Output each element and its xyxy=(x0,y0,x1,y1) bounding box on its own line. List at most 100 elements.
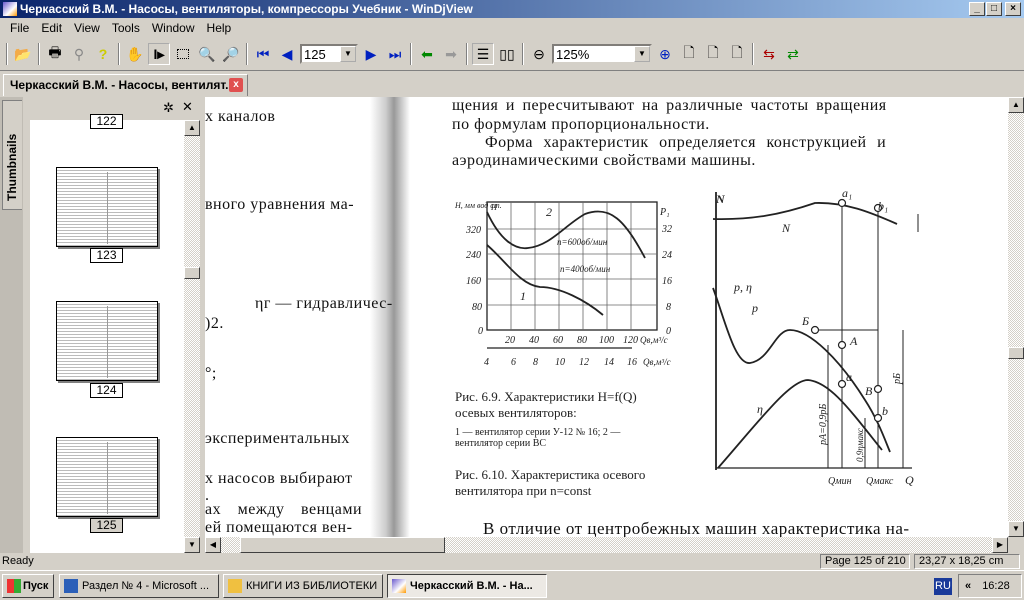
hscroll-thumb[interactable] xyxy=(240,537,445,553)
page-number-combo[interactable]: 125 ▼ xyxy=(300,44,358,64)
zoom-in-icon[interactable]: ⊕ xyxy=(654,43,676,65)
x2-tick: 6 xyxy=(511,357,516,368)
open-icon[interactable]: 📂 xyxy=(12,43,34,65)
scroll-left-icon[interactable]: ◀ xyxy=(205,537,221,553)
qmax-label: Qмакс xyxy=(866,476,894,487)
rotate-right-icon[interactable]: ⇄ xyxy=(782,43,804,65)
forward-icon[interactable]: ➡ xyxy=(440,43,462,65)
fit-page-icon[interactable]: 🗋 xyxy=(678,43,700,65)
task-label: Черкасский В.М. - На... xyxy=(410,580,533,592)
zoom-tool-icon[interactable]: 🔍 xyxy=(196,43,218,65)
curve-2-speed: n=600об/мин xyxy=(557,237,608,247)
scroll-right-icon[interactable]: ▶ xyxy=(992,537,1008,553)
fit-width-icon[interactable]: 🗋 xyxy=(702,43,724,65)
scroll-down-icon[interactable]: ▼ xyxy=(184,537,200,553)
document-vscrollbar[interactable]: ▲ ▼ xyxy=(1008,97,1024,537)
y-tick: 0 xyxy=(478,326,483,337)
thumbnail-label[interactable]: 124 xyxy=(90,383,123,398)
scroll-up-icon[interactable]: ▲ xyxy=(1008,97,1024,113)
facing-pages-icon[interactable]: ▯▯ xyxy=(496,43,518,65)
figure-caption: Рис. 6.9. Характеристики H=f(Q) xyxy=(455,389,637,404)
next-page-icon[interactable]: ▶ xyxy=(360,43,382,65)
pb-label: pБ xyxy=(892,373,903,385)
x-tick: 60 xyxy=(553,335,563,346)
taskbar: Пуск Раздел № 4 - Microsoft ... КНИГИ ИЗ… xyxy=(0,570,1024,600)
close-panel-icon[interactable]: ✕ xyxy=(182,99,193,115)
back-icon[interactable]: ⬅ xyxy=(416,43,438,65)
menu-tools[interactable]: Tools xyxy=(106,21,146,35)
document-view[interactable]: х каналов вного уравнения ма- ηг — гидра… xyxy=(205,97,1008,537)
menu-file[interactable]: File xyxy=(4,21,35,35)
folder-icon xyxy=(228,579,242,593)
task-word[interactable]: Раздел № 4 - Microsoft ... xyxy=(59,574,219,598)
thumbnail-page-125[interactable] xyxy=(56,437,158,517)
find-icon[interactable]: ⚲ xyxy=(68,43,90,65)
select-rect-icon[interactable] xyxy=(172,43,194,65)
curve-1-label: 1 xyxy=(520,289,526,303)
help-icon[interactable]: ? xyxy=(92,43,114,65)
continuous-layout-icon[interactable]: ☰ xyxy=(472,43,494,65)
app-icon xyxy=(3,2,17,16)
thumbnail-page-124[interactable] xyxy=(56,301,158,381)
close-button[interactable]: × xyxy=(1005,2,1021,16)
maximize-button[interactable]: □ xyxy=(986,2,1002,16)
menu-view[interactable]: View xyxy=(68,21,106,35)
figures: H, мм вод ст. H 320 240 160 80 0 P₁ 32 2… xyxy=(454,186,919,498)
scroll-thumb[interactable] xyxy=(1008,347,1024,359)
x-tick: 20 xyxy=(505,335,515,346)
zoom-out-icon[interactable]: ⊖ xyxy=(528,43,550,65)
zoom-rect-icon[interactable]: 🔎 xyxy=(220,43,242,65)
rotate-left-icon[interactable]: ⇆ xyxy=(758,43,780,65)
thumbnails-scrollbar[interactable]: ▲ ▼ xyxy=(184,120,200,553)
thumbnail-label[interactable]: 123 xyxy=(90,248,123,263)
q-axis-label: Q xyxy=(905,473,914,487)
p-curve-label: p xyxy=(751,301,758,315)
expand-tray-icon[interactable]: « xyxy=(965,580,971,592)
task-windjview[interactable]: Черкасский В.М. - На... xyxy=(387,574,547,598)
thumbnail-label-selected[interactable]: 125 xyxy=(90,518,123,533)
first-page-icon[interactable]: ⏮ xyxy=(252,43,274,65)
gear-icon[interactable]: ✲ xyxy=(163,100,174,116)
status-text: Ready xyxy=(2,555,34,567)
window-title: Черкасский В.М. - Насосы, вентиляторы, к… xyxy=(20,2,473,16)
language-indicator[interactable]: RU xyxy=(934,578,952,595)
minimize-button[interactable]: _ xyxy=(969,2,985,16)
menu-edit[interactable]: Edit xyxy=(35,21,68,35)
y-tick: 320 xyxy=(465,225,481,236)
select-text-icon[interactable]: I▸ xyxy=(148,43,170,65)
scroll-thumb[interactable] xyxy=(184,267,200,279)
tab-thumbnails[interactable]: Thumbnails xyxy=(2,100,22,210)
scroll-up-icon[interactable]: ▲ xyxy=(184,120,200,136)
close-tab-icon[interactable]: x xyxy=(229,78,243,92)
chevron-down-icon[interactable]: ▼ xyxy=(634,46,650,62)
tab-document[interactable]: Черкасский В.М. - Насосы, вентилят... x xyxy=(3,74,248,96)
hand-tool-icon[interactable]: ✋ xyxy=(124,43,146,65)
eta-curve-label: η xyxy=(757,402,763,416)
windjview-icon xyxy=(392,579,406,593)
scroll-down-icon[interactable]: ▼ xyxy=(1008,521,1024,537)
print-icon[interactable]: 🖶 xyxy=(44,43,66,65)
thumbnail-label[interactable]: 122 xyxy=(90,114,123,129)
tab-bar: Черкасский В.М. - Насосы, вентилят... x xyxy=(0,70,1024,97)
x-tick: 40 xyxy=(529,335,539,346)
task-label: Раздел № 4 - Microsoft ... xyxy=(82,580,210,592)
prev-page-icon[interactable]: ◀ xyxy=(276,43,298,65)
point-label: b xyxy=(882,404,888,418)
last-page-icon[interactable]: ⏭ xyxy=(384,43,406,65)
actual-size-icon[interactable]: 🗋 xyxy=(726,43,748,65)
menu-window[interactable]: Window xyxy=(146,21,201,35)
document-hscrollbar[interactable]: ◀ ▶ xyxy=(205,537,1008,553)
menu-help[interactable]: Help xyxy=(201,21,238,35)
x-tick: 120 xyxy=(623,335,638,346)
word-icon xyxy=(64,579,78,593)
menu-bar: File Edit View Tools Window Help xyxy=(0,18,1024,37)
p-eta-axis-label: p, η xyxy=(733,280,752,294)
task-folder[interactable]: КНИГИ ИЗ БИБЛИОТЕКИ xyxy=(223,574,383,598)
y-tick: 80 xyxy=(472,302,482,313)
x-axis-label: Qв,м³/с xyxy=(640,335,668,345)
figure-6-10 xyxy=(712,192,919,470)
start-button[interactable]: Пуск xyxy=(2,574,54,598)
chevron-down-icon[interactable]: ▼ xyxy=(340,46,356,62)
zoom-combo[interactable]: 125% ▼ xyxy=(552,44,652,64)
thumbnail-page-123[interactable] xyxy=(56,167,158,247)
